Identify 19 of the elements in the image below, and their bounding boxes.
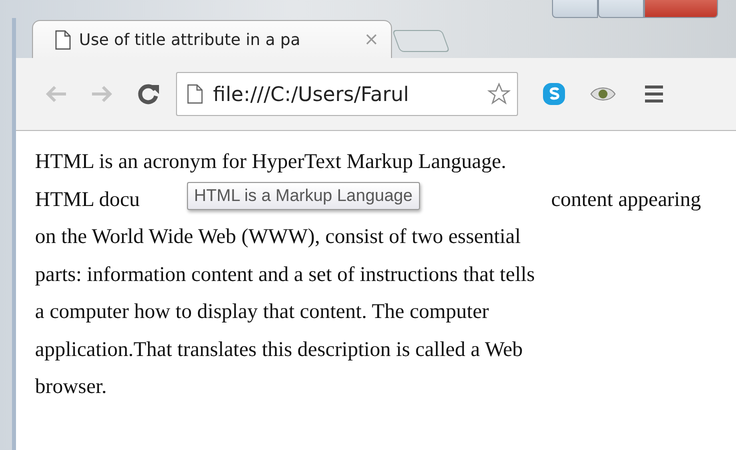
menu-icon[interactable]	[644, 85, 664, 103]
browser-tab[interactable]: Use of title attribute in a pa ×	[32, 20, 392, 58]
new-tab-button[interactable]	[392, 30, 450, 52]
reload-icon[interactable]	[136, 82, 160, 106]
star-icon[interactable]	[487, 82, 511, 106]
paragraph-line: browser.	[35, 374, 107, 398]
paragraph-line: parts: information content and a set of instructions that tells	[35, 262, 535, 286]
paragraph-line: HTML docu	[35, 186, 140, 212]
paragraph-line: content appearing	[551, 186, 701, 212]
paragraph-line: application.That translates this description is called a Web	[35, 336, 523, 360]
address-bar[interactable]: file:///C:/Users/Farul	[176, 72, 518, 116]
paragraph-line: HTML is an acronym for HyperText Markup Language.	[35, 149, 506, 173]
tooltip: HTML is a Markup Language	[187, 182, 420, 210]
eye-icon[interactable]	[590, 85, 616, 103]
page-icon	[55, 30, 71, 50]
page-icon	[187, 84, 203, 104]
paragraph-line: a computer how to display that content. The computer	[35, 299, 489, 323]
paragraph-line: on the World Wide Web (WWW), consist of two essential	[35, 224, 521, 248]
tab-title: Use of title attribute in a pa	[79, 30, 302, 49]
